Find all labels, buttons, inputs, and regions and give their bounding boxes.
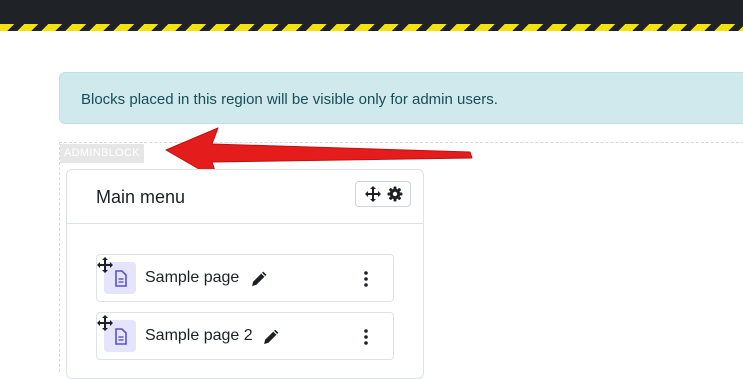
kebab-menu-icon[interactable] — [361, 269, 371, 289]
alert-message: Blocks placed in this region will be vis… — [81, 91, 498, 108]
drag-move-icon[interactable] — [97, 257, 113, 273]
block-header: Main menu — [67, 170, 423, 224]
info-alert: Blocks placed in this region will be vis… — [59, 72, 743, 124]
hazard-stripe — [0, 24, 743, 31]
pencil-icon[interactable] — [263, 328, 280, 345]
list-item[interactable]: Sample page — [96, 254, 394, 302]
block-controls — [355, 181, 411, 207]
item-label[interactable]: Sample page — [145, 269, 239, 287]
region-label: ADMINBLOCK — [60, 144, 144, 163]
top-navbar — [0, 0, 743, 24]
move-icon[interactable] — [365, 186, 381, 202]
pencil-icon[interactable] — [251, 270, 268, 287]
kebab-menu-icon[interactable] — [361, 327, 371, 347]
gear-icon[interactable] — [387, 186, 403, 202]
main-menu-block: Main menu Sample page Sample page 2 — [66, 169, 424, 379]
list-item[interactable]: Sample page 2 — [96, 312, 394, 360]
item-label[interactable]: Sample page 2 — [145, 327, 253, 345]
block-title: Main menu — [96, 187, 186, 207]
drag-move-icon[interactable] — [97, 315, 113, 331]
